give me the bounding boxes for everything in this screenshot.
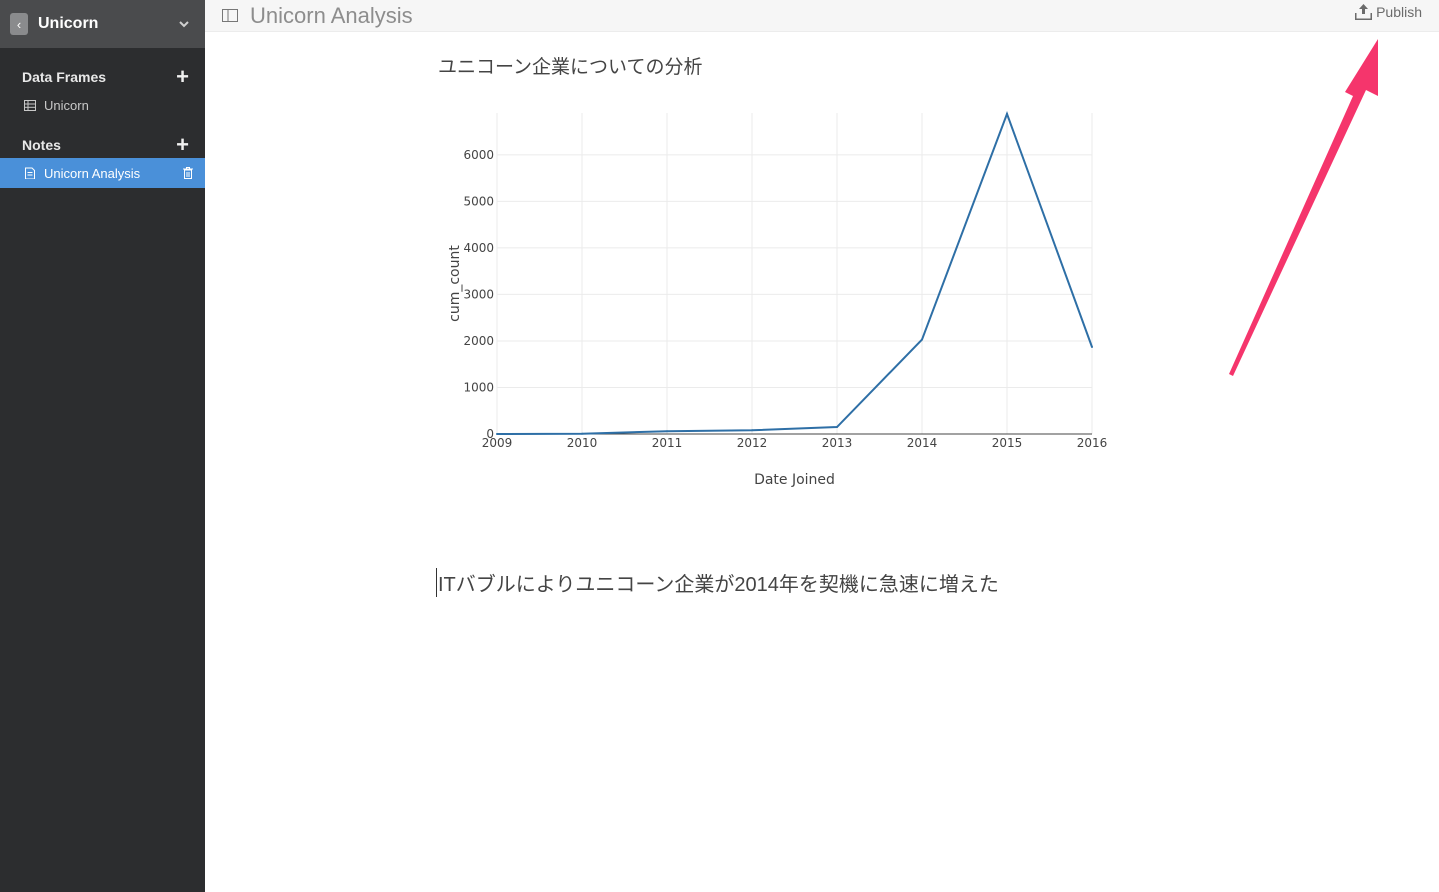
chevron-left-icon: ‹: [16, 16, 22, 32]
y-tick-label: 5000: [463, 194, 494, 208]
sidebar-item-label: Unicorn Analysis: [44, 165, 141, 181]
y-axis-title: cum_count: [447, 245, 463, 322]
x-tick-label: 2016: [1077, 436, 1108, 450]
add-note-button[interactable]: +: [176, 134, 189, 156]
data-frames-section: Data Frames +: [0, 64, 205, 90]
page-title[interactable]: Unicorn Analysis: [250, 3, 413, 29]
y-tick-label: 2000: [463, 334, 494, 348]
data-point: [836, 426, 838, 429]
x-tick-label: 2010: [567, 436, 598, 450]
data-point: [1006, 112, 1008, 115]
x-tick-label: 2009: [482, 436, 513, 450]
note-text[interactable]: ITバブルによりユニコーン企業が2014年を契機に急速に増えた: [436, 568, 999, 597]
project-name: Unicorn: [38, 15, 99, 32]
y-tick-label: 3000: [463, 287, 494, 301]
x-tick-label: 2012: [737, 436, 768, 450]
data-point: [921, 338, 923, 341]
sidebar-item-unicorn[interactable]: Unicorn: [0, 90, 205, 120]
publish-label: Publish: [1376, 4, 1422, 20]
top-bar: Unicorn Analysis Publish: [205, 0, 1439, 32]
x-axis-title: Date Joined: [754, 472, 835, 488]
notes-section: Notes +: [0, 132, 205, 158]
x-tick-label: 2011: [652, 436, 683, 450]
y-tick-label: 1000: [463, 380, 494, 394]
x-tick-label: 2015: [992, 436, 1023, 450]
data-point: [496, 433, 498, 435]
table-icon: [24, 99, 36, 111]
notes-title: Notes: [22, 137, 61, 153]
data-point: [581, 432, 583, 435]
trash-icon[interactable]: [183, 167, 193, 179]
sidebar-header: ‹ Unicorn: [0, 0, 205, 48]
x-tick-label: 2013: [822, 436, 853, 450]
sidebar-item-unicorn-analysis[interactable]: Unicorn Analysis: [0, 158, 205, 188]
sidebar: ‹ Unicorn Data Frames + Unicorn Notes + …: [0, 0, 205, 892]
y-tick-label: 4000: [463, 241, 494, 255]
chart-title: ユニコーン企業についての分析: [438, 57, 703, 78]
add-data-frame-button[interactable]: +: [176, 66, 189, 88]
publish-button[interactable]: Publish: [1355, 4, 1422, 20]
series-line: [496, 111, 1093, 435]
line-chart: 01000200030004000500060002009 2010 2011 201…: [447, 111, 1108, 488]
document-icon: [25, 167, 35, 179]
back-button[interactable]: ‹: [10, 13, 28, 35]
upload-icon: [1355, 4, 1373, 20]
x-tick-label: 2014: [907, 436, 938, 450]
chevron-down-icon[interactable]: [179, 17, 189, 31]
data-point: [1091, 346, 1093, 349]
data-point: [751, 429, 753, 432]
sidebar-item-label: Unicorn: [44, 97, 89, 113]
data-frames-title: Data Frames: [22, 69, 107, 85]
data-point: [666, 430, 668, 433]
annotation-arrow: [1229, 39, 1378, 376]
sidebar-toggle-icon[interactable]: [222, 9, 238, 22]
y-tick-label: 6000: [463, 148, 494, 162]
